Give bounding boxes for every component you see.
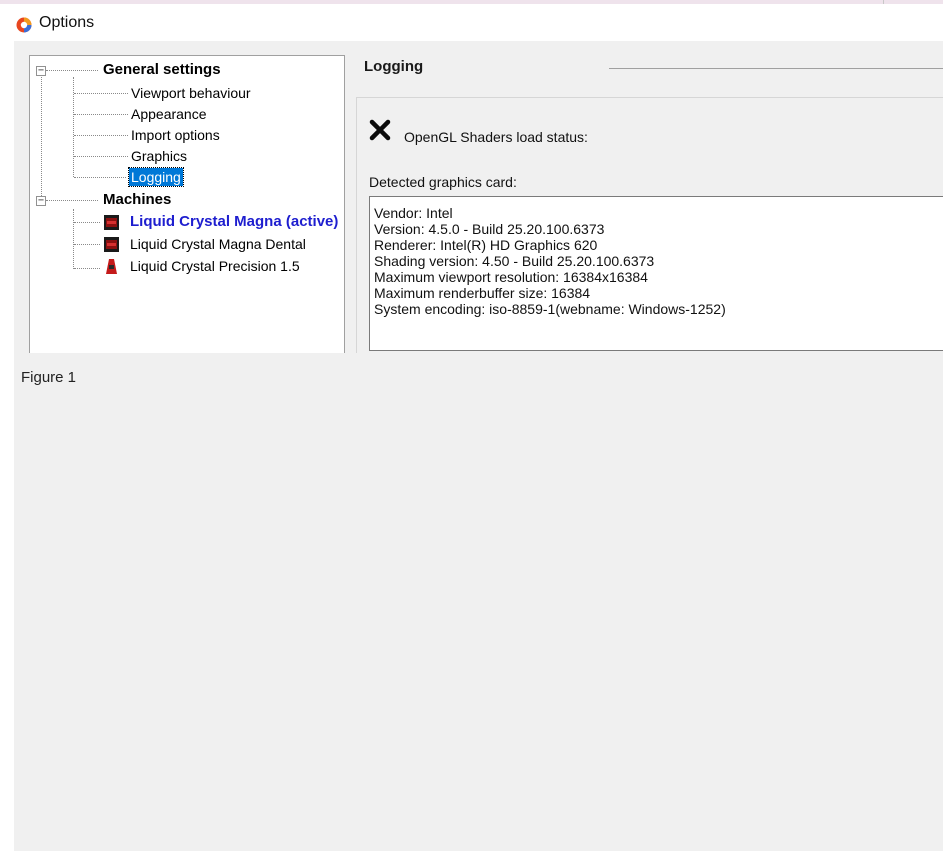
graphics-card-label: Detected graphics card:: [369, 174, 517, 190]
info-vendor: Vendor: Intel: [374, 205, 453, 221]
title-bar: Options: [0, 4, 943, 41]
tree-line: [46, 70, 98, 71]
settings-tree[interactable]: − General settings Viewport behaviour Ap…: [29, 55, 345, 353]
x-mark-icon: [369, 119, 391, 141]
tree-line: [46, 200, 98, 201]
app-logo-icon: [16, 17, 32, 33]
tree-item-viewport-behaviour[interactable]: Viewport behaviour: [131, 84, 251, 102]
info-max-viewport: Maximum viewport resolution: 16384x16384: [374, 269, 648, 285]
tree-line: [74, 268, 100, 269]
collapse-general-icon[interactable]: −: [36, 66, 46, 76]
tree-item-graphics[interactable]: Graphics: [131, 147, 187, 165]
tree-item-import-options[interactable]: Import options: [131, 126, 220, 144]
info-shading-version: Shading version: 4.50 - Build 25.20.100.…: [374, 253, 655, 269]
tree-line: [73, 77, 74, 177]
tree-item-machines[interactable]: Machines: [103, 191, 171, 209]
tree-line: [74, 135, 128, 136]
graphics-card-info-box[interactable]: Vendor: Intel Version: 4.5.0 - Build 25.…: [369, 196, 943, 351]
tree-line: [74, 244, 100, 245]
tree-item-logging[interactable]: Logging: [128, 167, 184, 187]
tree-item-appearance[interactable]: Appearance: [131, 105, 207, 123]
info-system-encoding: System encoding: iso-8859-1(webname: Win…: [374, 301, 726, 317]
tree-item-precision[interactable]: Liquid Crystal Precision 1.5: [130, 257, 300, 275]
tree-item-magna-dental[interactable]: Liquid Crystal Magna Dental: [130, 235, 306, 253]
info-renderer: Renderer: Intel(R) HD Graphics 620: [374, 237, 598, 253]
tree-line: [74, 156, 128, 157]
tree-item-magna-active[interactable]: Liquid Crystal Magna (active): [130, 213, 338, 231]
tree-line: [74, 114, 128, 115]
printer-magna-icon: [104, 215, 119, 230]
tree-line: [74, 177, 126, 178]
tree-line: [74, 93, 128, 94]
window-title: Options: [39, 14, 95, 31]
printer-magna-dental-icon: [104, 237, 119, 252]
printer-precision-icon: [106, 259, 117, 274]
section-title: Logging: [364, 58, 424, 75]
collapse-machines-icon[interactable]: −: [36, 196, 46, 206]
tree-line: [73, 209, 74, 269]
info-max-renderbuffer: Maximum renderbuffer size: 16384: [374, 285, 591, 301]
options-client-area: − General settings Viewport behaviour Ap…: [14, 41, 943, 851]
tree-line: [41, 74, 42, 200]
section-divider: [609, 68, 943, 69]
tree-line: [74, 222, 100, 223]
tree-item-general-settings[interactable]: General settings: [103, 61, 221, 79]
shader-status-label: OpenGL Shaders load status:: [404, 129, 588, 145]
info-version: Version: 4.5.0 - Build 25.20.100.6373: [374, 221, 605, 237]
figure-caption: Figure 1: [21, 369, 77, 386]
